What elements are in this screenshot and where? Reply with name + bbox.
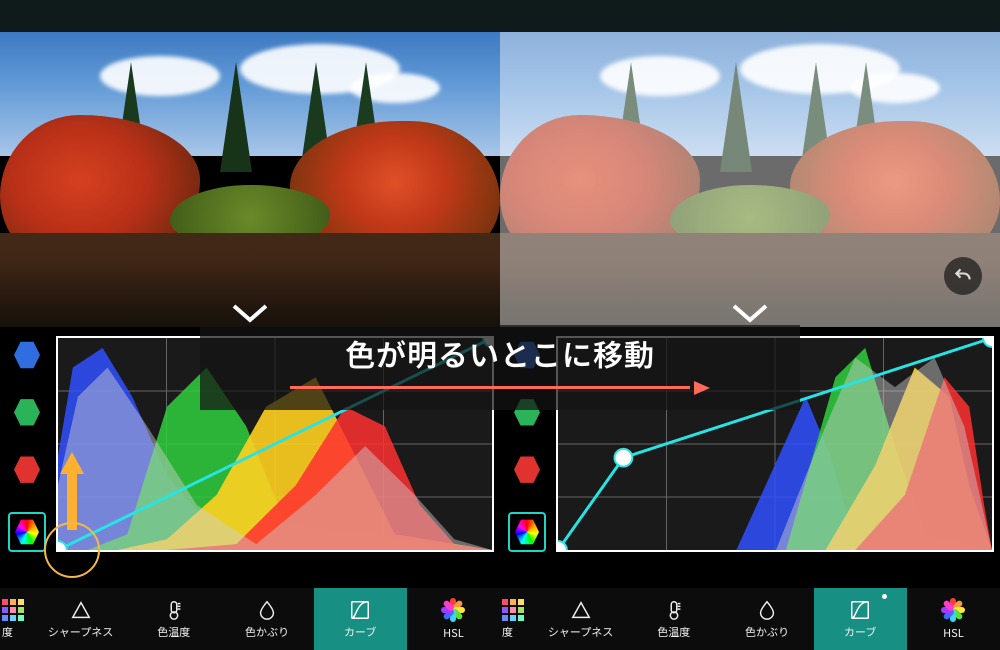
tool-label: シャープネス	[48, 624, 113, 640]
tool-saturation[interactable]: 度	[500, 588, 534, 650]
grid-color-icon	[2, 599, 24, 621]
tool-sharpness[interactable]: シャープネス	[34, 588, 127, 650]
tool-tint[interactable]: 色かぶり	[720, 588, 813, 650]
channel-column	[6, 336, 48, 556]
tool-label: 色かぶり	[745, 624, 789, 640]
curve-point-mid[interactable]	[614, 449, 632, 467]
channel-red[interactable]	[14, 455, 40, 485]
modified-dot-icon	[882, 594, 887, 599]
tool-tint[interactable]: 色かぶり	[220, 588, 313, 650]
droplet-icon	[756, 599, 778, 621]
curve-point-highlight[interactable]	[983, 338, 992, 347]
toolbar-left: 度 シャープネス 色温度 色かぶり カーブ	[0, 588, 500, 650]
preview-image-after[interactable]	[500, 32, 1000, 327]
autumn-scene-bright	[500, 32, 1000, 327]
preview-image-before[interactable]	[0, 32, 500, 327]
tool-temperature[interactable]: 色温度	[627, 588, 720, 650]
flower-icon	[441, 598, 465, 622]
triangle-icon	[570, 599, 592, 621]
flower-icon	[941, 598, 965, 622]
annotation-arrow-up	[60, 452, 84, 530]
channel-blue[interactable]	[14, 340, 40, 370]
channel-red[interactable]	[514, 455, 540, 485]
channel-green[interactable]	[14, 397, 40, 427]
curve-point-shadow[interactable]	[558, 541, 567, 550]
tool-saturation[interactable]: 度	[0, 588, 34, 650]
tool-label: 度	[502, 624, 513, 640]
droplet-icon	[256, 599, 278, 621]
curves-icon	[349, 599, 371, 621]
annotation-text: 色が明るいとこに移動	[345, 331, 655, 375]
tool-label: HSL	[943, 625, 964, 641]
channel-rgb-selected[interactable]	[8, 512, 46, 552]
annotation-callout: 色が明るいとこに移動	[200, 325, 800, 410]
tool-curves[interactable]: カーブ	[814, 588, 907, 650]
annotation-ring	[44, 522, 100, 578]
undo-button[interactable]	[944, 257, 982, 295]
tool-curves[interactable]: カーブ	[314, 588, 407, 650]
photo-editor-curves-tutorial: 色が明るいとこに移動 度 シャープネス 色温度 色かぶり	[0, 0, 1000, 650]
tool-label: シャープネス	[548, 624, 613, 640]
tool-label: 色温度	[157, 624, 190, 640]
autumn-scene	[0, 32, 500, 327]
undo-icon	[953, 266, 973, 286]
status-bar	[0, 0, 1000, 32]
toolbar-right: 度 シャープネス 色温度 色かぶり カーブ	[500, 588, 1000, 650]
annotation-arrow-right	[290, 381, 710, 393]
tool-label: カーブ	[844, 624, 876, 640]
tool-temperature[interactable]: 色温度	[127, 588, 220, 650]
collapse-chevron-left[interactable]	[228, 298, 272, 328]
grid-color-icon	[502, 599, 524, 621]
tool-label: 色かぶり	[245, 624, 289, 640]
tool-label: カーブ	[344, 624, 376, 640]
thermometer-icon	[663, 599, 685, 621]
collapse-chevron-right[interactable]	[728, 298, 772, 328]
tool-label: 色温度	[657, 624, 690, 640]
tool-hsl[interactable]: HSL	[407, 588, 500, 650]
triangle-icon	[70, 599, 92, 621]
bottom-toolbar: 度 シャープネス 色温度 色かぶり カーブ	[0, 588, 1000, 650]
tool-hsl[interactable]: HSL	[907, 588, 1000, 650]
tool-label: 度	[2, 624, 13, 640]
curves-icon	[849, 599, 871, 621]
thermometer-icon	[163, 599, 185, 621]
channel-rgb-selected[interactable]	[508, 512, 546, 552]
tool-label: HSL	[443, 625, 464, 641]
tool-sharpness[interactable]: シャープネス	[534, 588, 627, 650]
